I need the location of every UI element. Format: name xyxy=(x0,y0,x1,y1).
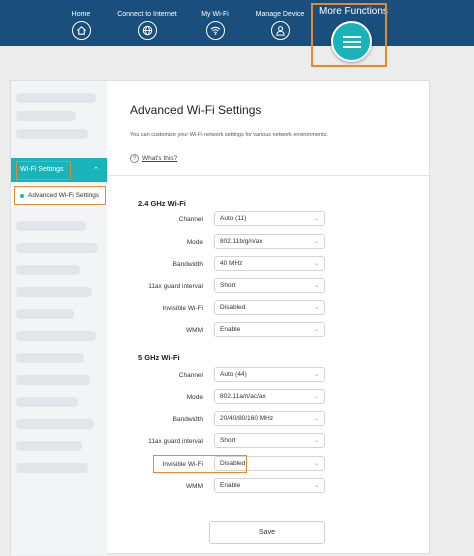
section-2-4ghz-heading: 2.4 GHz Wi-Fi xyxy=(138,199,186,208)
sidebar-blurred-item xyxy=(16,397,78,407)
sidebar-blurred-item xyxy=(16,111,76,121)
sidebar: Wi-Fi Settings ⌃ Advanced Wi-Fi Settings xyxy=(11,81,107,555)
channel-5-select[interactable]: Auto (44) ⌄ xyxy=(214,367,325,382)
mode-24-label: Mode xyxy=(186,239,203,246)
page-title: Advanced Wi-Fi Settings xyxy=(130,103,262,117)
invisible-wifi-5-highlight-frame xyxy=(153,455,247,473)
guard-interval-5-select[interactable]: Short ⌄ xyxy=(214,433,325,448)
chevron-down-icon: ⌄ xyxy=(313,261,319,267)
user-icon xyxy=(270,21,290,40)
page-description: You can customize your Wi-Fi network set… xyxy=(130,132,328,138)
mode-5-select[interactable]: 802.11a/n/ac/ax ⌄ xyxy=(214,389,325,404)
chevron-down-icon: ⌄ xyxy=(313,283,319,289)
settings-panel: Wi-Fi Settings ⌃ Advanced Wi-Fi Settings… xyxy=(10,80,431,555)
chevron-down-icon: ⌄ xyxy=(313,327,319,333)
guard-interval-24-label: 11ax guard interval xyxy=(148,283,203,290)
invisible-wifi-24-select[interactable]: Disabled ⌄ xyxy=(214,300,325,315)
sidebar-blurred-item xyxy=(16,419,94,429)
chevron-down-icon: ⌄ xyxy=(313,239,319,245)
channel-24-label: Channel xyxy=(178,216,203,223)
more-functions-highlight-frame xyxy=(311,3,387,67)
save-button[interactable]: Save xyxy=(209,521,325,544)
help-link[interactable]: ? What's this? xyxy=(130,154,177,163)
chevron-down-icon: ⌄ xyxy=(313,461,319,467)
sidebar-blurred-item xyxy=(16,265,80,275)
bandwidth-5-select[interactable]: 20/40/80/160 MHz ⌄ xyxy=(214,411,325,426)
sidebar-blurred-item xyxy=(16,353,84,363)
mode-5-value: 802.11a/n/ac/ax xyxy=(220,393,266,400)
chevron-up-icon: ⌃ xyxy=(93,167,99,174)
sidebar-blurred-item xyxy=(16,129,88,139)
channel-5-value: Auto (44) xyxy=(220,371,247,378)
bandwidth-24-label: Bandwidth xyxy=(172,261,203,268)
bandwidth-24-select[interactable]: 40 MHz ⌄ xyxy=(214,256,325,271)
sidebar-blurred-item xyxy=(16,331,96,341)
invisible-wifi-24-value: Disabled xyxy=(220,304,246,311)
wifi-icon xyxy=(205,21,225,40)
wmm-5-value: Enable xyxy=(220,482,241,489)
sidebar-blurred-item xyxy=(16,463,88,473)
chevron-down-icon: ⌄ xyxy=(313,216,319,222)
channel-24-select[interactable]: Auto (11) ⌄ xyxy=(214,211,325,226)
chevron-down-icon: ⌄ xyxy=(313,416,319,422)
section-5ghz-heading: 5 GHz Wi-Fi xyxy=(138,353,180,362)
chevron-down-icon: ⌄ xyxy=(313,438,319,444)
sidebar-item-highlight-frame xyxy=(14,186,106,205)
bandwidth-5-value: 20/40/80/160 MHz xyxy=(220,415,274,422)
guard-interval-24-value: Short xyxy=(220,282,236,289)
sidebar-blurred-item xyxy=(16,93,96,103)
mode-24-select[interactable]: 802.11b/g/n/ax ⌄ xyxy=(214,234,325,249)
chevron-down-icon: ⌄ xyxy=(313,483,319,489)
wmm-24-label: WMM xyxy=(186,327,203,334)
main-content: Advanced Wi-Fi Settings You can customiz… xyxy=(107,81,431,555)
help-link-text: What's this? xyxy=(142,155,178,162)
question-icon: ? xyxy=(130,154,139,163)
top-navigation-bar: Home Connect to Internet My Wi-Fi Manage… xyxy=(0,0,474,46)
wmm-24-select[interactable]: Enable ⌄ xyxy=(214,322,325,337)
sidebar-blurred-item xyxy=(16,287,92,297)
divider xyxy=(107,175,431,176)
mode-24-value: 802.11b/g/n/ax xyxy=(220,238,263,245)
sidebar-blurred-item xyxy=(16,309,74,319)
sidebar-blurred-item xyxy=(16,441,82,451)
home-icon xyxy=(71,21,91,40)
sidebar-blurred-item xyxy=(16,221,86,231)
channel-5-label: Channel xyxy=(178,372,203,379)
chevron-down-icon: ⌄ xyxy=(313,394,319,400)
sidebar-blurred-item xyxy=(16,375,90,385)
guard-interval-5-label: 11ax guard interval xyxy=(148,438,203,445)
nav-device-label: Manage Device xyxy=(255,11,305,18)
sidebar-blurred-item xyxy=(16,243,98,253)
sidebar-section-highlight-frame xyxy=(16,161,71,180)
globe-icon xyxy=(137,21,157,40)
bandwidth-5-label: Bandwidth xyxy=(172,416,203,423)
chevron-down-icon: ⌄ xyxy=(313,372,319,378)
wmm-24-value: Enable xyxy=(220,326,241,333)
guard-interval-24-select[interactable]: Short ⌄ xyxy=(214,278,325,293)
mode-5-label: Mode xyxy=(186,394,203,401)
chevron-down-icon: ⌄ xyxy=(313,305,319,311)
wmm-5-label: WMM xyxy=(186,483,203,490)
nav-manage-device[interactable]: Manage Device xyxy=(240,11,320,40)
bandwidth-24-value: 40 MHz xyxy=(220,260,243,267)
guard-interval-5-value: Short xyxy=(220,437,236,444)
channel-24-value: Auto (11) xyxy=(220,215,247,222)
wmm-5-select[interactable]: Enable ⌄ xyxy=(214,478,325,493)
invisible-wifi-24-label: Invisible Wi-Fi xyxy=(162,305,203,312)
